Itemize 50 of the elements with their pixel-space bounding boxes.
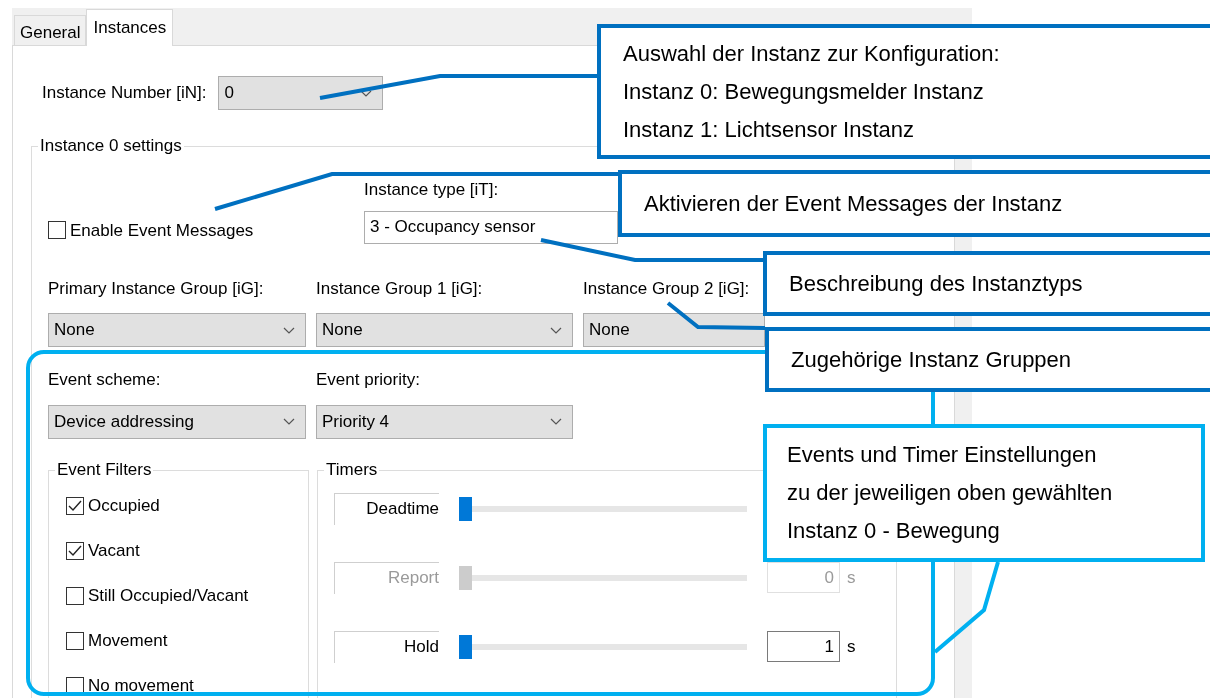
checkmark-icon <box>68 499 82 512</box>
field-label: Event scheme: <box>48 369 162 391</box>
slider-thumb[interactable] <box>459 634 472 659</box>
chevron-down-icon <box>283 418 295 425</box>
dropdown-field[interactable]: None <box>316 313 573 347</box>
slider-track[interactable] <box>459 496 747 521</box>
checkbox[interactable] <box>66 586 84 605</box>
tab[interactable]: General <box>14 15 87 45</box>
checkbox-label: Vacant <box>88 539 140 562</box>
chevron-down-icon <box>360 89 373 97</box>
timer-label: Report <box>334 561 439 594</box>
checkbox[interactable] <box>66 631 84 650</box>
checkbox-label: Enable Event Messages <box>70 219 254 242</box>
number-field[interactable]: 1 <box>767 631 840 662</box>
slider-track[interactable] <box>459 565 747 590</box>
checkbox[interactable] <box>48 221 66 240</box>
callout-text: Beschreibung des Instanztyps <box>789 269 1083 298</box>
field-label: Event priority: <box>316 369 421 391</box>
checkmark-icon <box>68 544 82 557</box>
text-field[interactable]: 3 - Occupancy sensor <box>364 210 618 244</box>
callout-text: Zugehörige Instanz Gruppen <box>791 345 1072 374</box>
checkbox-label: No movement <box>88 674 194 697</box>
checkbox-label: Occupied <box>88 494 160 517</box>
dropdown-field[interactable]: Priority 4 <box>316 404 573 439</box>
slider-thumb[interactable] <box>459 496 472 521</box>
unit-label: s <box>847 566 856 589</box>
timer-label: Hold <box>334 630 439 663</box>
field-label: Instance type [iT]: <box>364 179 500 201</box>
checkbox[interactable] <box>66 496 84 515</box>
dropdown-field[interactable]: 0 <box>218 76 384 110</box>
field-label: Instance Number [iN]: <box>42 82 207 105</box>
callout-text: Auswahl der Instanz zur Konfiguration: Instanz 0: Bewegungsmelder Instanz Instanz 1: Lichtsensor Instanz <box>623 39 1000 144</box>
timer-label: Deadtime <box>334 492 439 525</box>
dropdown-field[interactable]: Device addressing <box>48 404 306 439</box>
checkbox-label: Movement <box>88 629 168 652</box>
field-label: Primary Instance Group [iG]: <box>48 277 265 300</box>
dropdown-field[interactable]: None <box>48 313 306 347</box>
checkbox[interactable] <box>66 541 84 560</box>
chevron-down-icon <box>550 326 562 334</box>
callout-text: Aktivieren der Event Messages der Instanz <box>644 189 1063 218</box>
slider-track[interactable] <box>459 634 747 659</box>
checkbox-label: Still Occupied/Vacant <box>88 584 249 607</box>
dropdown-field[interactable]: None <box>583 313 765 347</box>
unit-label: s <box>847 635 856 658</box>
chevron-down-icon <box>550 418 562 425</box>
callout-text: Events und Timer Einstellungen zu der jeweiligen oben gewählten Instanz 0 - Bewegung <box>787 441 1113 545</box>
chevron-down-icon <box>283 326 295 334</box>
field-label: Instance Group 2 [iG]: <box>583 277 751 300</box>
tab[interactable]: Instances <box>86 9 174 46</box>
field-label: Instance Group 1 [iG]: <box>316 277 484 300</box>
